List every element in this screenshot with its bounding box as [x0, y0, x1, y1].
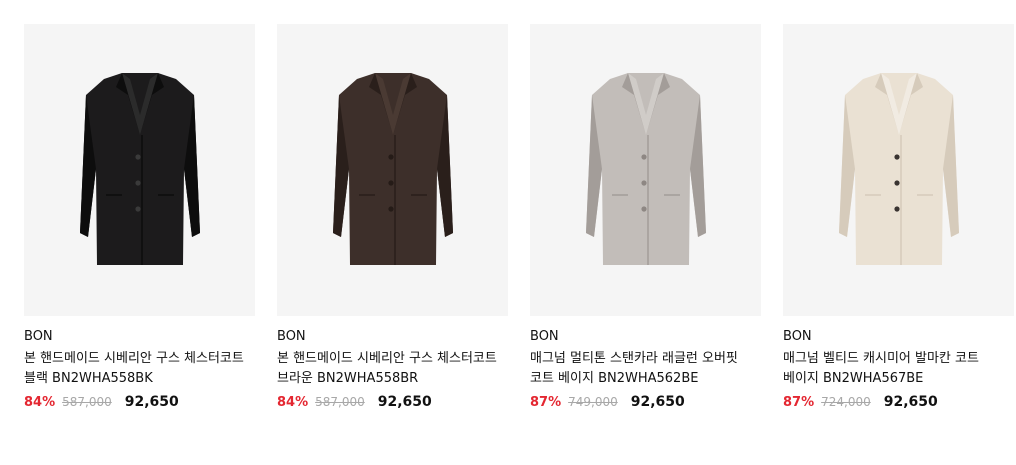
product-image[interactable]: [24, 24, 255, 316]
sale-price: 92,650: [377, 394, 432, 410]
product-card[interactable]: BON 매그넘 벨티드 캐시미어 발마칸 코트 베이지 BN2WHA567BE …: [783, 24, 1014, 410]
coat-gray-icon: [585, 73, 706, 265]
product-brand[interactable]: BON: [783, 328, 1014, 345]
coat-black-icon: [79, 73, 200, 265]
price-row: 84% 587,000 92,650: [277, 394, 508, 410]
price-row: 87% 724,000 92,650: [783, 394, 1014, 410]
product-card[interactable]: BON 매그넘 멀티톤 스탠카라 래글런 오버핏 코트 베이지 BN2WHA56…: [530, 24, 761, 410]
sale-price: 92,650: [630, 394, 685, 410]
product-name[interactable]: 본 핸드메이드 시베리안 구스 체스터코트 블랙 BN2WHA558BK: [24, 349, 255, 389]
discount-rate: 87%: [783, 395, 815, 410]
product-name[interactable]: 본 핸드메이드 시베리안 구스 체스터코트 브라운 BN2WHA558BR: [277, 349, 508, 389]
product-card[interactable]: BON 본 핸드메이드 시베리안 구스 체스터코트 블랙 BN2WHA558BK…: [24, 24, 255, 410]
coat-beige-icon: [838, 73, 959, 265]
product-image[interactable]: [277, 24, 508, 316]
sale-price: 92,650: [883, 394, 938, 410]
price-row: 87% 749,000 92,650: [530, 394, 761, 410]
original-price: 587,000: [315, 395, 365, 409]
product-brand[interactable]: BON: [277, 328, 508, 345]
product-name[interactable]: 매그넘 멀티톤 스탠카라 래글런 오버핏 코트 베이지 BN2WHA562BE: [530, 349, 761, 389]
product-brand[interactable]: BON: [24, 328, 255, 345]
product-image[interactable]: [783, 24, 1014, 316]
product-image[interactable]: [530, 24, 761, 316]
coat-brown-icon: [332, 73, 453, 265]
discount-rate: 87%: [530, 395, 562, 410]
original-price: 724,000: [821, 395, 871, 409]
discount-rate: 84%: [24, 395, 56, 410]
original-price: 587,000: [62, 395, 112, 409]
product-name[interactable]: 매그넘 벨티드 캐시미어 발마칸 코트 베이지 BN2WHA567BE: [783, 349, 1014, 389]
product-brand[interactable]: BON: [530, 328, 761, 345]
original-price: 749,000: [568, 395, 618, 409]
product-card[interactable]: BON 본 핸드메이드 시베리안 구스 체스터코트 브라운 BN2WHA558B…: [277, 24, 508, 410]
product-grid: BON 본 핸드메이드 시베리안 구스 체스터코트 블랙 BN2WHA558BK…: [24, 24, 1014, 410]
sale-price: 92,650: [124, 394, 179, 410]
price-row: 84% 587,000 92,650: [24, 394, 255, 410]
discount-rate: 84%: [277, 395, 309, 410]
